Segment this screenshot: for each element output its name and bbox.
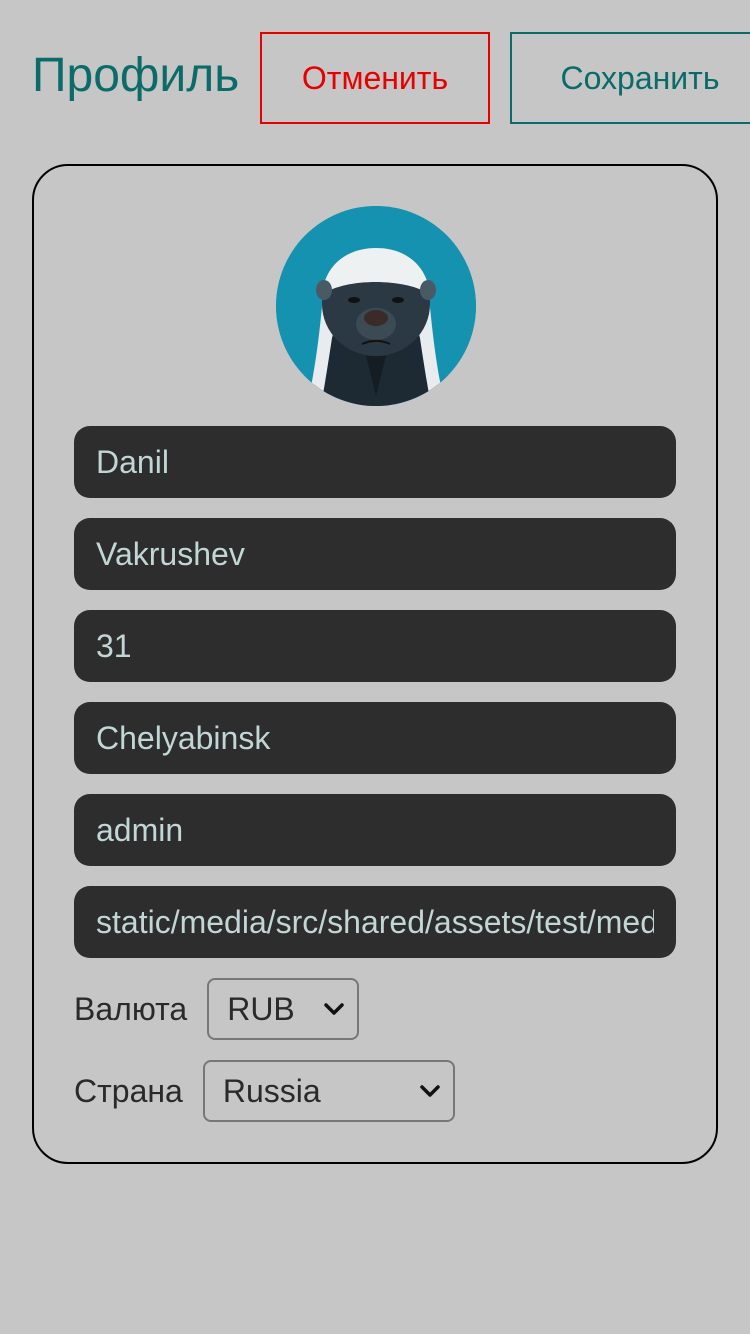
honey-badger-avatar-image: [276, 206, 476, 406]
page-header: Профиль Отменить Сохранить: [32, 32, 750, 124]
username-field[interactable]: [74, 794, 676, 866]
last-name-field[interactable]: [74, 518, 676, 590]
country-select[interactable]: Russia: [202, 1060, 455, 1122]
country-row: Страна Russia: [74, 1060, 455, 1122]
currency-row: Валюта RUB: [74, 978, 360, 1040]
city-field[interactable]: [74, 702, 676, 774]
avatar: [276, 206, 476, 406]
avatar-url-field[interactable]: [74, 886, 676, 958]
age-field[interactable]: [74, 610, 676, 682]
profile-card: Валюта RUB Страна Russia: [32, 164, 718, 1164]
currency-label: Валюта: [74, 990, 188, 1027]
chevron-down-icon: [324, 1003, 344, 1015]
save-button[interactable]: Сохранить: [510, 32, 750, 124]
country-select-value: Russia: [222, 1072, 321, 1109]
currency-select-value: RUB: [227, 990, 295, 1027]
first-name-field[interactable]: [74, 426, 676, 498]
country-label: Страна: [74, 1072, 183, 1109]
page-title: Профиль: [32, 49, 240, 102]
cancel-button[interactable]: Отменить: [260, 32, 490, 124]
chevron-down-icon: [420, 1085, 440, 1097]
currency-select[interactable]: RUB: [207, 978, 360, 1040]
